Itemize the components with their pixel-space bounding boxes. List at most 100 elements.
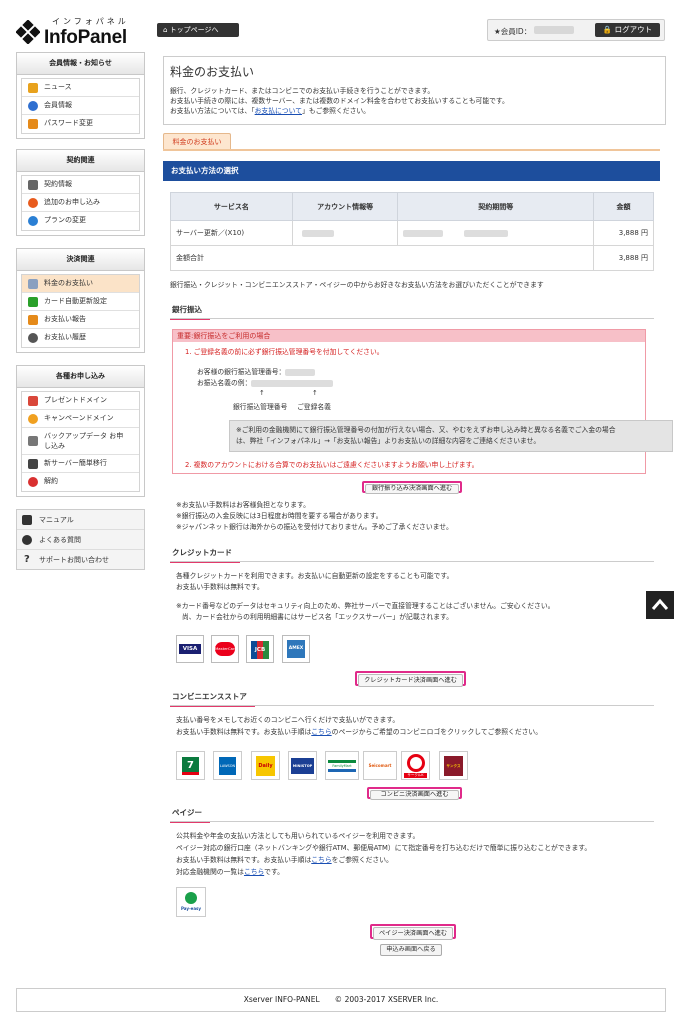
sidebar-item-label: バックアップデータ お申し込み bbox=[44, 432, 124, 450]
jcb-logo: JCB bbox=[246, 635, 274, 663]
daily-yamazaki-logo[interactable]: Daily bbox=[251, 751, 280, 780]
lock-icon: 🔒 bbox=[602, 25, 613, 34]
notice-heading: 重要:銀行振込をご利用の場合 bbox=[173, 330, 645, 342]
total-amount-cell: 3,888 円 bbox=[593, 245, 654, 271]
payeasy-guide-link[interactable]: こちら bbox=[311, 856, 331, 864]
sidebar-item-label: 会員情報 bbox=[44, 101, 72, 109]
seicomart-logo[interactable]: Seicomart bbox=[363, 751, 397, 780]
period-cell bbox=[397, 220, 595, 246]
sidebar-item-label: 新サーバー簡単移行 bbox=[44, 459, 107, 467]
sidebar-group-title: 会員情報・お知らせ bbox=[17, 53, 144, 75]
present-icon bbox=[28, 396, 38, 406]
chevron-up-icon bbox=[651, 598, 669, 610]
payeasy-banks-link[interactable]: こちら bbox=[244, 868, 264, 876]
convenience-guide-link[interactable]: こちら bbox=[311, 728, 331, 736]
logout-button[interactable]: 🔒 ログアウト bbox=[595, 23, 660, 37]
credit-text: お支払い手数料は無料です。 bbox=[176, 583, 264, 591]
sidebar-item-cancel[interactable]: 解約 bbox=[22, 473, 139, 491]
sidebar-item-payment-history[interactable]: お支払い履歴 bbox=[22, 329, 139, 347]
seven-eleven-logo[interactable]: 7 bbox=[176, 751, 205, 780]
bank-note: ※お支払い手数料はお客様負担となります。 bbox=[176, 501, 310, 509]
tab-payment[interactable]: 料金のお支払い bbox=[163, 133, 231, 150]
convenience-text: お支払い手数料は無料です。お支払い手順はこちらのページからご希望のコンビニロゴを… bbox=[176, 728, 543, 736]
bank-transfer-button[interactable]: 銀行振り込み決済画面へ進む bbox=[362, 481, 462, 494]
member-icon bbox=[28, 101, 38, 111]
intro-line: お支払い方法については、「お支払について」もご参照ください。 bbox=[170, 107, 370, 115]
payeasy-text: ペイジー対応の銀行口座（ネットバンキングや銀行ATM、郵便局ATM）にて指定番号… bbox=[176, 844, 592, 852]
back-to-application-button[interactable]: 申込み画面へ戻る bbox=[380, 944, 442, 956]
button-label: クレジットカード決済画面へ進む bbox=[358, 674, 463, 687]
report-icon bbox=[28, 315, 38, 325]
footer: Xserver INFO-PANEL © 2003-2017 XSERVER I… bbox=[16, 988, 666, 1012]
sidebar-item-card-autorenew[interactable]: カード自動更新設定 bbox=[22, 293, 139, 311]
credit-text: ※カード番号などのデータはセキュリティ向上のため、弊社サーバーで直接管理すること… bbox=[176, 602, 555, 610]
sidebar-item-label: 契約情報 bbox=[44, 180, 72, 188]
visa-logo: VISA bbox=[176, 635, 204, 663]
sidebar-item-contract-info[interactable]: 契約情報 bbox=[22, 176, 139, 194]
sidebar-item-payment[interactable]: 料金のお支払い bbox=[22, 275, 139, 293]
manual-icon bbox=[22, 515, 32, 525]
payment-info-link[interactable]: お支払について bbox=[255, 107, 302, 115]
member-id-value bbox=[534, 26, 574, 34]
example-name-row: お振込名義の例： bbox=[197, 378, 334, 389]
notice-item-1: 1. ご登録名義の前に必ず銀行振込管理番号を付加してください。 bbox=[185, 348, 384, 356]
payeasy-text: 対応金融機関の一覧はこちらです。 bbox=[176, 868, 284, 876]
sidebar-link-support[interactable]: ? サポートお問い合わせ bbox=[17, 550, 144, 570]
sidebar-group-payment: 決済関連 料金のお支払い カード自動更新設定 お支払い報告 お支払い履歴 bbox=[16, 248, 145, 353]
ministop-logo[interactable]: MINISTOP bbox=[288, 751, 317, 780]
history-icon bbox=[28, 333, 38, 343]
bank-note: ※ジャパンネット銀行は海外からの振込を受付けておりません。予めご了承くださいませ… bbox=[176, 523, 453, 531]
payeasy-button[interactable]: ペイジー決済画面へ進む bbox=[370, 924, 456, 940]
toppage-button[interactable]: ⌂ トップページへ bbox=[157, 23, 239, 37]
convenience-button[interactable]: コンビニ決済画面へ進む bbox=[367, 787, 462, 800]
table-header: サービス名 bbox=[170, 192, 293, 221]
table-header: 契約期間等 bbox=[397, 192, 595, 221]
sunkus-logo[interactable]: サンクス bbox=[439, 751, 468, 780]
sidebar-item-label: 解約 bbox=[44, 477, 58, 485]
bank-notice-box: 重要:銀行振込をご利用の場合 1. ご登録名義の前に必ず銀行振込管理番号を付加し… bbox=[172, 329, 673, 474]
familymart-logo[interactable]: FamilyMart bbox=[325, 751, 359, 780]
sidebar-item-password[interactable]: パスワード変更 bbox=[22, 115, 139, 133]
payeasy-logo: Pay-easy bbox=[176, 887, 206, 917]
label-mgmt-number: 銀行振込管理番号 bbox=[233, 403, 288, 411]
sidebar-item-label: お支払い履歴 bbox=[44, 333, 86, 341]
sidebar-item-label: 料金のお支払い bbox=[44, 279, 93, 287]
circle-k-logo[interactable]: サークルK bbox=[401, 751, 430, 780]
sidebar-group-contract: 契約関連 契約情報 追加のお申し込み プランの変更 bbox=[16, 149, 145, 236]
sidebar-item-label: プランの変更 bbox=[44, 216, 86, 224]
section-divider bbox=[170, 821, 654, 822]
infopanel-logo[interactable]: インフォパネル InfoPanel bbox=[16, 14, 142, 48]
cancel-icon bbox=[28, 477, 38, 487]
sidebar-item-present-domain[interactable]: プレゼントドメイン bbox=[22, 392, 139, 410]
arrow-name: ↑ bbox=[312, 389, 318, 397]
section-header-payment-method: お支払い方法の選択 bbox=[163, 161, 660, 181]
lawson-logo[interactable]: LAWSON bbox=[213, 751, 242, 780]
credit-card-button[interactable]: クレジットカード決済画面へ進む bbox=[355, 671, 466, 687]
sidebar-item-plan-change[interactable]: プランの変更 bbox=[22, 212, 139, 230]
contract-icon bbox=[28, 180, 38, 190]
sidebar-link-faq[interactable]: よくある質問 bbox=[17, 530, 144, 550]
sidebar-link-label: サポートお問い合わせ bbox=[39, 556, 109, 564]
table-header-row: サービス名 アカウント情報等 契約期間等 金額 bbox=[170, 192, 654, 221]
sidebar-item-campaign-domain[interactable]: キャンペーンドメイン bbox=[22, 410, 139, 428]
sidebar-item-backup[interactable]: バックアップデータ お申し込み bbox=[22, 428, 139, 455]
mastercard-logo: MasterCard bbox=[211, 635, 239, 663]
sidebar-item-add-order[interactable]: 追加のお申し込み bbox=[22, 194, 139, 212]
sidebar-item-label: パスワード変更 bbox=[44, 119, 93, 127]
user-box: ★会員ID： 🔒 ログアウト bbox=[487, 19, 665, 41]
scroll-to-top-button[interactable] bbox=[646, 591, 674, 619]
sidebar-item-news[interactable]: ニュース bbox=[22, 79, 139, 97]
service-table: サービス名 アカウント情報等 契約期間等 金額 サーバー更新／(X10) 3,8… bbox=[169, 192, 654, 271]
sidebar-item-label: プレゼントドメイン bbox=[44, 396, 107, 404]
sidebar-item-migration[interactable]: 新サーバー簡単移行 bbox=[22, 455, 139, 473]
sidebar-item-member-info[interactable]: 会員情報 bbox=[22, 97, 139, 115]
sidebar-item-label: お支払い報告 bbox=[44, 315, 86, 323]
button-label: コンビニ決済画面へ進む bbox=[370, 790, 459, 800]
intro-line: 銀行、クレジットカード、またはコンビニでのお支払い手続きを行うことができます。 bbox=[170, 87, 435, 95]
arrow-mgmt: ↑ bbox=[259, 389, 265, 397]
sidebar-item-payment-report[interactable]: お支払い報告 bbox=[22, 311, 139, 329]
payeasy-text: お支払い手数料は無料です。お支払い手順はこちらをご参照ください。 bbox=[176, 856, 393, 864]
sidebar-item-label: カード自動更新設定 bbox=[44, 297, 107, 305]
sidebar-link-manual[interactable]: マニュアル bbox=[17, 510, 144, 530]
label-registered-name: ご登録名義 bbox=[297, 403, 331, 411]
